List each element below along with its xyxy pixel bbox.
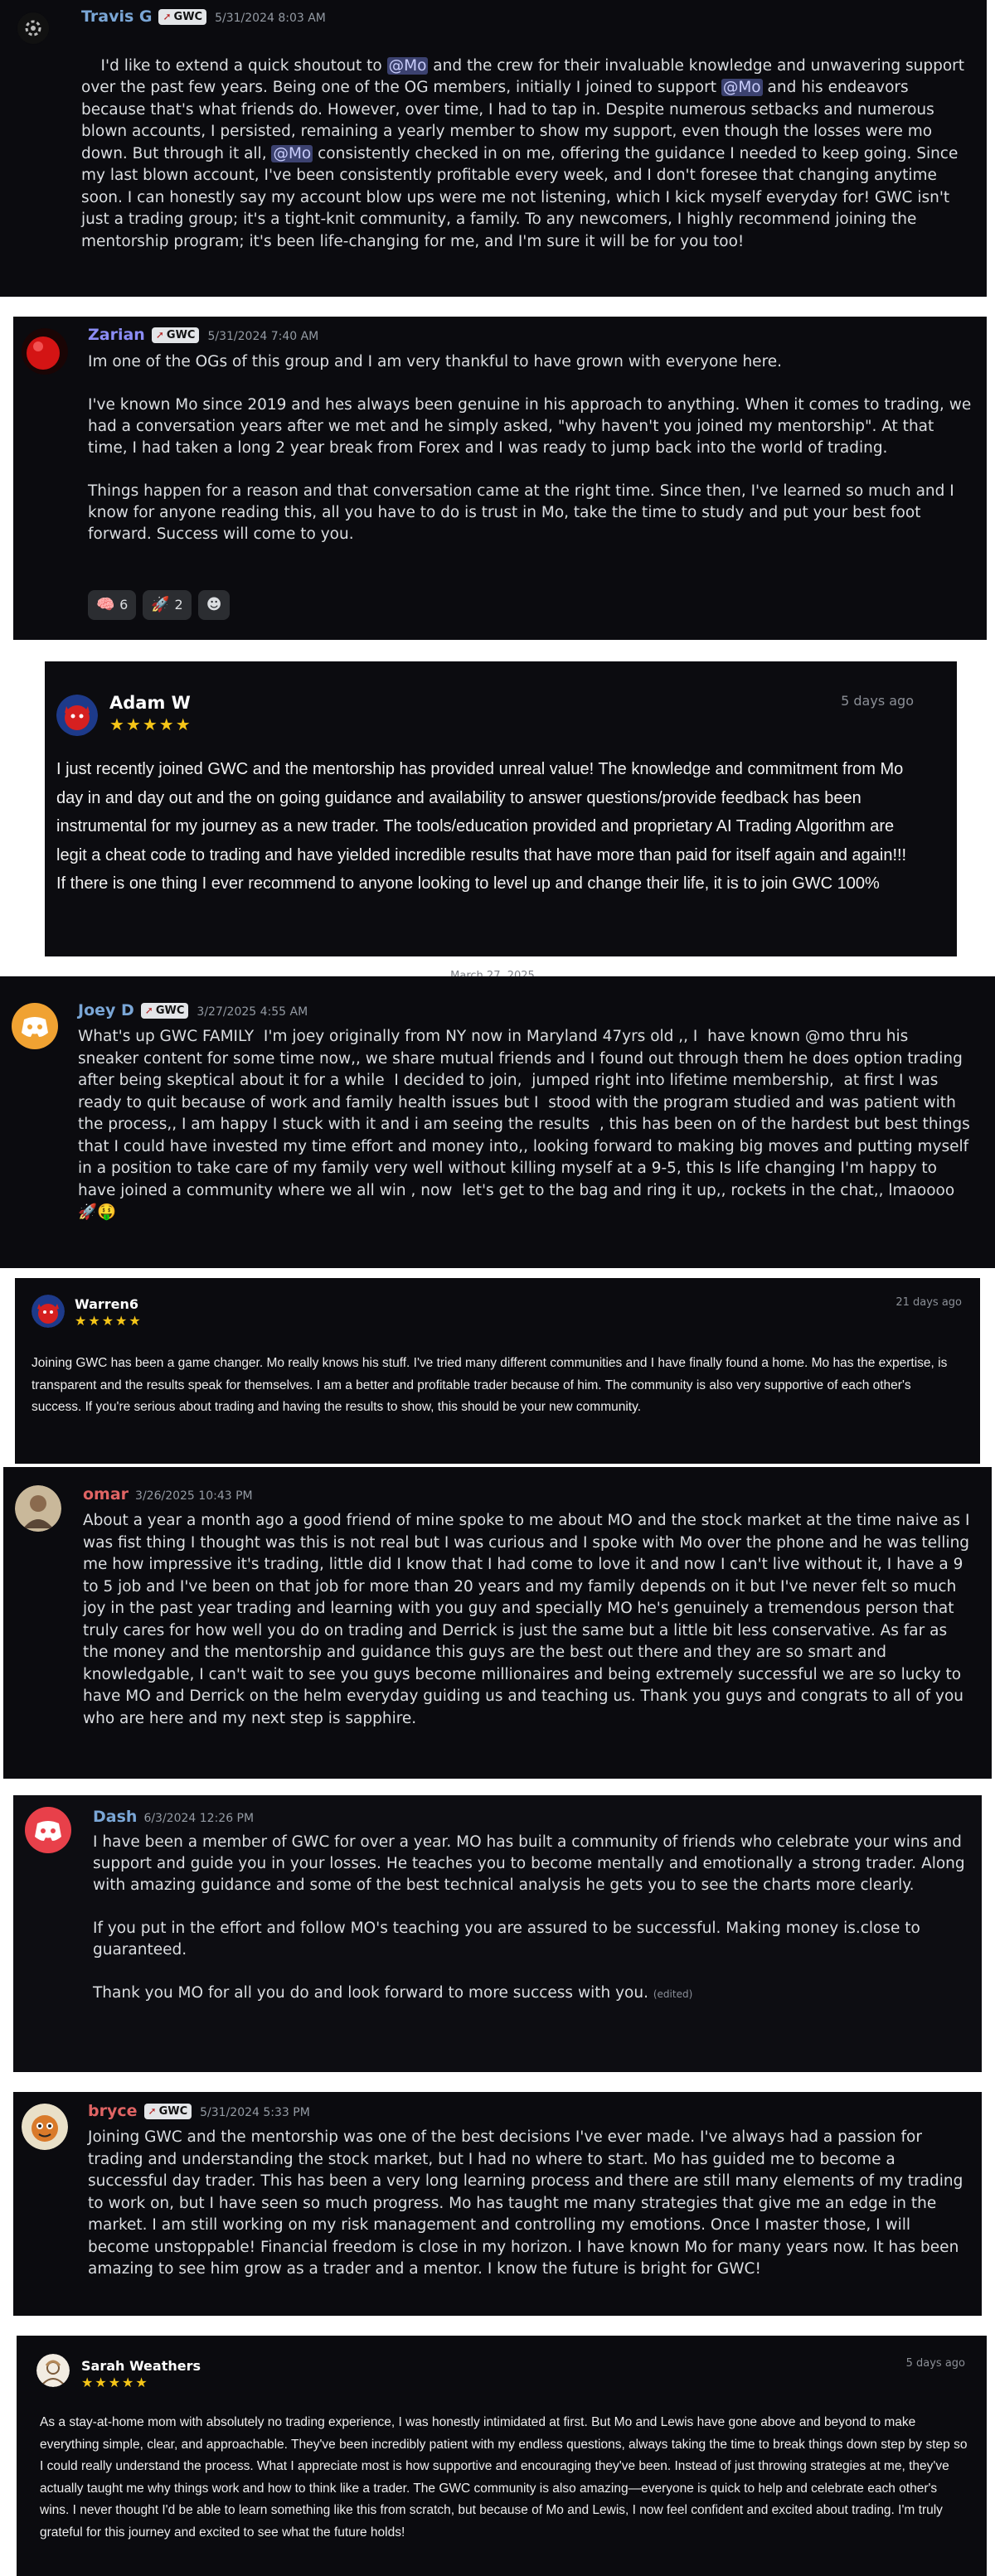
review-date: 5 days ago: [841, 693, 914, 709]
discord-logo-icon[interactable]: [25, 1807, 71, 1853]
mention-mo[interactable]: @Mo: [271, 144, 313, 162]
rocket-icon: ➚: [144, 1005, 153, 1016]
username[interactable]: Joey D: [78, 1001, 134, 1019]
devil-avatar-icon: [56, 695, 98, 736]
smiley-icon: ☻: [206, 596, 222, 613]
message-text: I'd like to extend a quick shoutout to @…: [81, 56, 969, 250]
message-text: Joining GWC and the mentorship was one o…: [88, 2128, 968, 2278]
guild-tag-badge[interactable]: ➚ GWC: [143, 2104, 192, 2119]
discord-logo-icon[interactable]: [12, 1003, 58, 1049]
message-card-bryce: bryce ➚ GWC 5/31/2024 5:33 PM Joining GWC a…: [13, 2092, 982, 2316]
review-date: 21 days ago: [896, 1296, 962, 1309]
devil-avatar-icon: [32, 1295, 65, 1328]
timestamp: 5/31/2024 5:33 PM: [200, 2106, 310, 2119]
review-card-warren: Warren6 ★★★★★ 21 days ago Joining GWC ha…: [15, 1278, 980, 1464]
rating-stars: ★★★★★: [81, 2375, 149, 2390]
message-text: Im one of the OGs of this group and I am…: [88, 353, 972, 543]
guild-tag-badge[interactable]: ➚ GWC: [151, 327, 200, 343]
rocket-icon: ➚: [148, 2105, 157, 2117]
message-card-travis: Travis G ➚ GWC 5/31/2024 8:03 AM I'd like t…: [0, 0, 987, 297]
mention-mo[interactable]: @Mo: [386, 56, 429, 75]
guild-tag-badge[interactable]: ➚ GWC: [140, 1003, 189, 1019]
timestamp: 3/26/2025 10:43 PM: [135, 1489, 253, 1503]
sketch-avatar-icon: [36, 2354, 70, 2387]
username[interactable]: omar: [83, 1485, 129, 1503]
photo-avatar-icon[interactable]: [15, 1485, 61, 1532]
guild-tag-badge[interactable]: ➚ GWC: [158, 9, 207, 25]
cartoon-avatar-icon[interactable]: [22, 2104, 68, 2150]
message-card-omar: omar 3/26/2025 10:43 PM About a year a mo…: [3, 1467, 992, 1779]
rocket-icon: ➚: [163, 11, 172, 22]
timestamp: 5/31/2024 8:03 AM: [215, 12, 326, 25]
message-text: I have been a member of GWC for over a y…: [93, 1833, 965, 2002]
rating-stars: ★★★★★: [75, 1313, 143, 1329]
reaction-brain[interactable]: 🧠 6: [88, 590, 137, 620]
username[interactable]: Zarian: [88, 326, 145, 344]
review-text: I just recently joined GWC and the mento…: [56, 760, 911, 893]
edited-label: (edited): [653, 1988, 693, 2000]
review-card-sarah: Sarah Weathers ★★★★★ 5 days ago As a sta…: [17, 2336, 987, 2576]
message-text: About a year a month ago a good friend o…: [83, 1512, 975, 1727]
reaction-rocket[interactable]: 🚀 2: [143, 590, 192, 620]
timestamp: 3/27/2025 4:55 AM: [197, 1005, 308, 1019]
reviewer-name: Sarah Weathers: [81, 2358, 201, 2374]
red-ball-avatar-icon[interactable]: [22, 328, 68, 375]
timestamp: 5/31/2024 7:40 AM: [207, 330, 319, 343]
rating-stars: ★★★★★: [109, 714, 192, 734]
review-date: 5 days ago: [905, 2357, 965, 2370]
username[interactable]: Travis G: [81, 7, 152, 26]
message-text: What's up GWC FAMILY I'm joey originally…: [78, 1028, 975, 1221]
review-card-adam: Adam W ★★★★★ 5 days ago I just recently …: [45, 661, 957, 956]
mention-mo[interactable]: @Mo: [721, 79, 763, 96]
add-reaction-button[interactable]: ☻: [197, 590, 231, 620]
reactions-bar: 🧠 6 🚀 2 ☻: [88, 590, 236, 620]
username[interactable]: bryce: [88, 2102, 138, 2120]
message-card-joey: Joey D ➚ GWC 3/27/2025 4:55 AM What's up GW…: [0, 976, 995, 1268]
timestamp: 6/3/2024 12:26 PM: [143, 1812, 255, 1825]
message-card-dash: Dash 6/3/2024 12:26 PM I have been a memb…: [13, 1795, 982, 2072]
gear-avatar-icon[interactable]: [17, 12, 50, 45]
reviewer-name: Warren6: [75, 1296, 139, 1312]
reviewer-name: Adam W: [109, 693, 191, 713]
review-text: As a stay-at-home mom with absolutely no…: [40, 2415, 971, 2540]
message-card-zarian: Zarian ➚ GWC 5/31/2024 7:40 AM Im one of th…: [13, 317, 987, 640]
rocket-icon: ➚: [155, 329, 164, 341]
username[interactable]: Dash: [93, 1808, 137, 1826]
review-text: Joining GWC has been a game changer. Mo …: [32, 1356, 951, 1414]
